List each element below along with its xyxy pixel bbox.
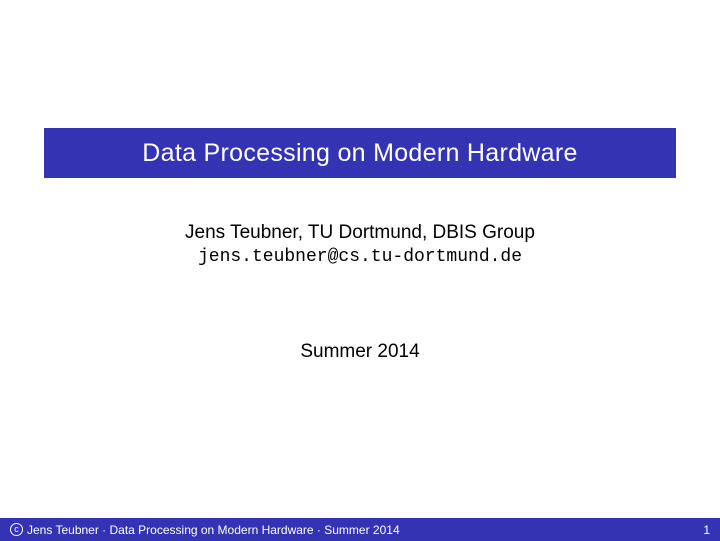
slide-title: Data Processing on Modern Hardware: [142, 139, 577, 168]
footer-text: Jens Teubner · Data Processing on Modern…: [27, 523, 400, 537]
footer-left: c Jens Teubner · Data Processing on Mode…: [10, 523, 400, 537]
author-block: Jens Teubner, TU Dortmund, DBIS Group je…: [0, 222, 720, 267]
footer-bar: c Jens Teubner · Data Processing on Mode…: [0, 518, 720, 541]
term-line: Summer 2014: [0, 341, 720, 363]
copyright-icon: c: [10, 523, 23, 536]
author-email: jens.teubner@cs.tu-dortmund.de: [0, 247, 720, 267]
page-number: 1: [703, 523, 710, 537]
title-banner: Data Processing on Modern Hardware: [44, 128, 676, 178]
author-line: Jens Teubner, TU Dortmund, DBIS Group: [0, 222, 720, 244]
